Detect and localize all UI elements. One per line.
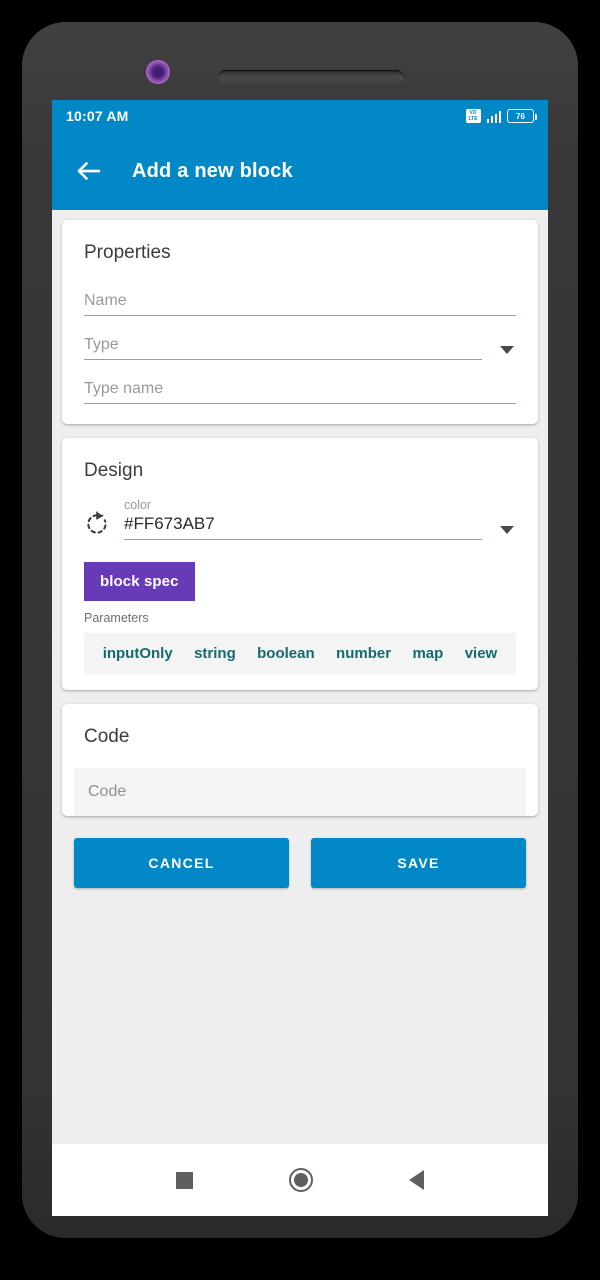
camera-dot-icon bbox=[146, 60, 170, 84]
battery-icon: 76 bbox=[507, 109, 537, 123]
status-time: 10:07 AM bbox=[66, 108, 129, 124]
code-card: Code Code bbox=[62, 704, 538, 816]
content-area: Properties Name Type Type name Design co… bbox=[52, 210, 548, 888]
type-field-placeholder: Type bbox=[84, 336, 119, 353]
parameter-chip-boolean[interactable]: boolean bbox=[257, 645, 315, 662]
phone-screen: 10:07 AM VO LTE 76 Add a new block Prope… bbox=[52, 100, 548, 1216]
square-recents-icon[interactable] bbox=[176, 1171, 193, 1189]
signal-icon bbox=[486, 110, 501, 123]
name-field[interactable]: Name bbox=[84, 292, 516, 316]
volte-bottom-label: LTE bbox=[468, 116, 478, 122]
action-button-row: CANCEL SAVE bbox=[62, 830, 538, 888]
parameter-chip-input-only[interactable]: inputOnly bbox=[103, 645, 173, 662]
parameter-chip-string[interactable]: string bbox=[194, 645, 236, 662]
block-spec-chip[interactable]: block spec bbox=[84, 562, 195, 601]
parameter-chip-view[interactable]: view bbox=[465, 645, 498, 662]
battery-level-label: 76 bbox=[516, 111, 525, 121]
color-field-value: #FF673AB7 bbox=[124, 514, 215, 533]
phone-frame: 10:07 AM VO LTE 76 Add a new block Prope… bbox=[22, 22, 578, 1238]
color-field-label: color bbox=[124, 498, 152, 512]
design-body: color #FF673AB7 block spec Parameters in… bbox=[62, 482, 538, 690]
design-title: Design bbox=[84, 460, 144, 481]
status-icons: VO LTE 76 bbox=[465, 109, 537, 123]
code-input[interactable]: Code bbox=[74, 768, 526, 816]
code-body: Code bbox=[62, 748, 538, 816]
status-bar: 10:07 AM VO LTE 76 bbox=[52, 100, 548, 132]
code-title: Code bbox=[84, 726, 130, 747]
properties-fields: Name Type Type name bbox=[62, 264, 538, 424]
triangle-back-icon[interactable] bbox=[409, 1170, 424, 1190]
type-field[interactable]: Type bbox=[84, 336, 516, 360]
code-input-placeholder: Code bbox=[88, 783, 127, 800]
save-button[interactable]: SAVE bbox=[311, 838, 526, 888]
android-nav-bar bbox=[52, 1144, 548, 1216]
parameters-label: Parameters bbox=[84, 611, 149, 625]
color-dropdown-chevron-down-icon[interactable] bbox=[500, 526, 514, 534]
app-bar: Add a new block bbox=[52, 132, 548, 210]
cancel-button[interactable]: CANCEL bbox=[74, 838, 289, 888]
parameters-bar: inputOnly string boolean number map view bbox=[84, 633, 516, 674]
parameter-chip-map[interactable]: map bbox=[412, 645, 443, 662]
circle-home-icon[interactable] bbox=[289, 1168, 313, 1192]
properties-card: Properties Name Type Type name bbox=[62, 220, 538, 424]
type-name-field-placeholder: Type name bbox=[84, 380, 164, 397]
autorenew-icon[interactable] bbox=[84, 510, 110, 538]
type-name-field[interactable]: Type name bbox=[84, 380, 516, 404]
design-card: Design color #FF673AB7 block spec Parame… bbox=[62, 438, 538, 690]
color-field[interactable]: color #FF673AB7 bbox=[124, 498, 516, 540]
properties-title: Properties bbox=[84, 242, 171, 263]
type-dropdown-chevron-down-icon[interactable] bbox=[500, 346, 514, 354]
page-title: Add a new block bbox=[132, 159, 293, 182]
color-row: color #FF673AB7 bbox=[84, 498, 516, 540]
earpiece-speaker-icon bbox=[218, 70, 404, 86]
parameter-chip-number[interactable]: number bbox=[336, 645, 391, 662]
back-arrow-icon[interactable] bbox=[74, 156, 104, 186]
name-field-placeholder: Name bbox=[84, 292, 127, 309]
volte-icon: VO LTE bbox=[465, 109, 481, 123]
